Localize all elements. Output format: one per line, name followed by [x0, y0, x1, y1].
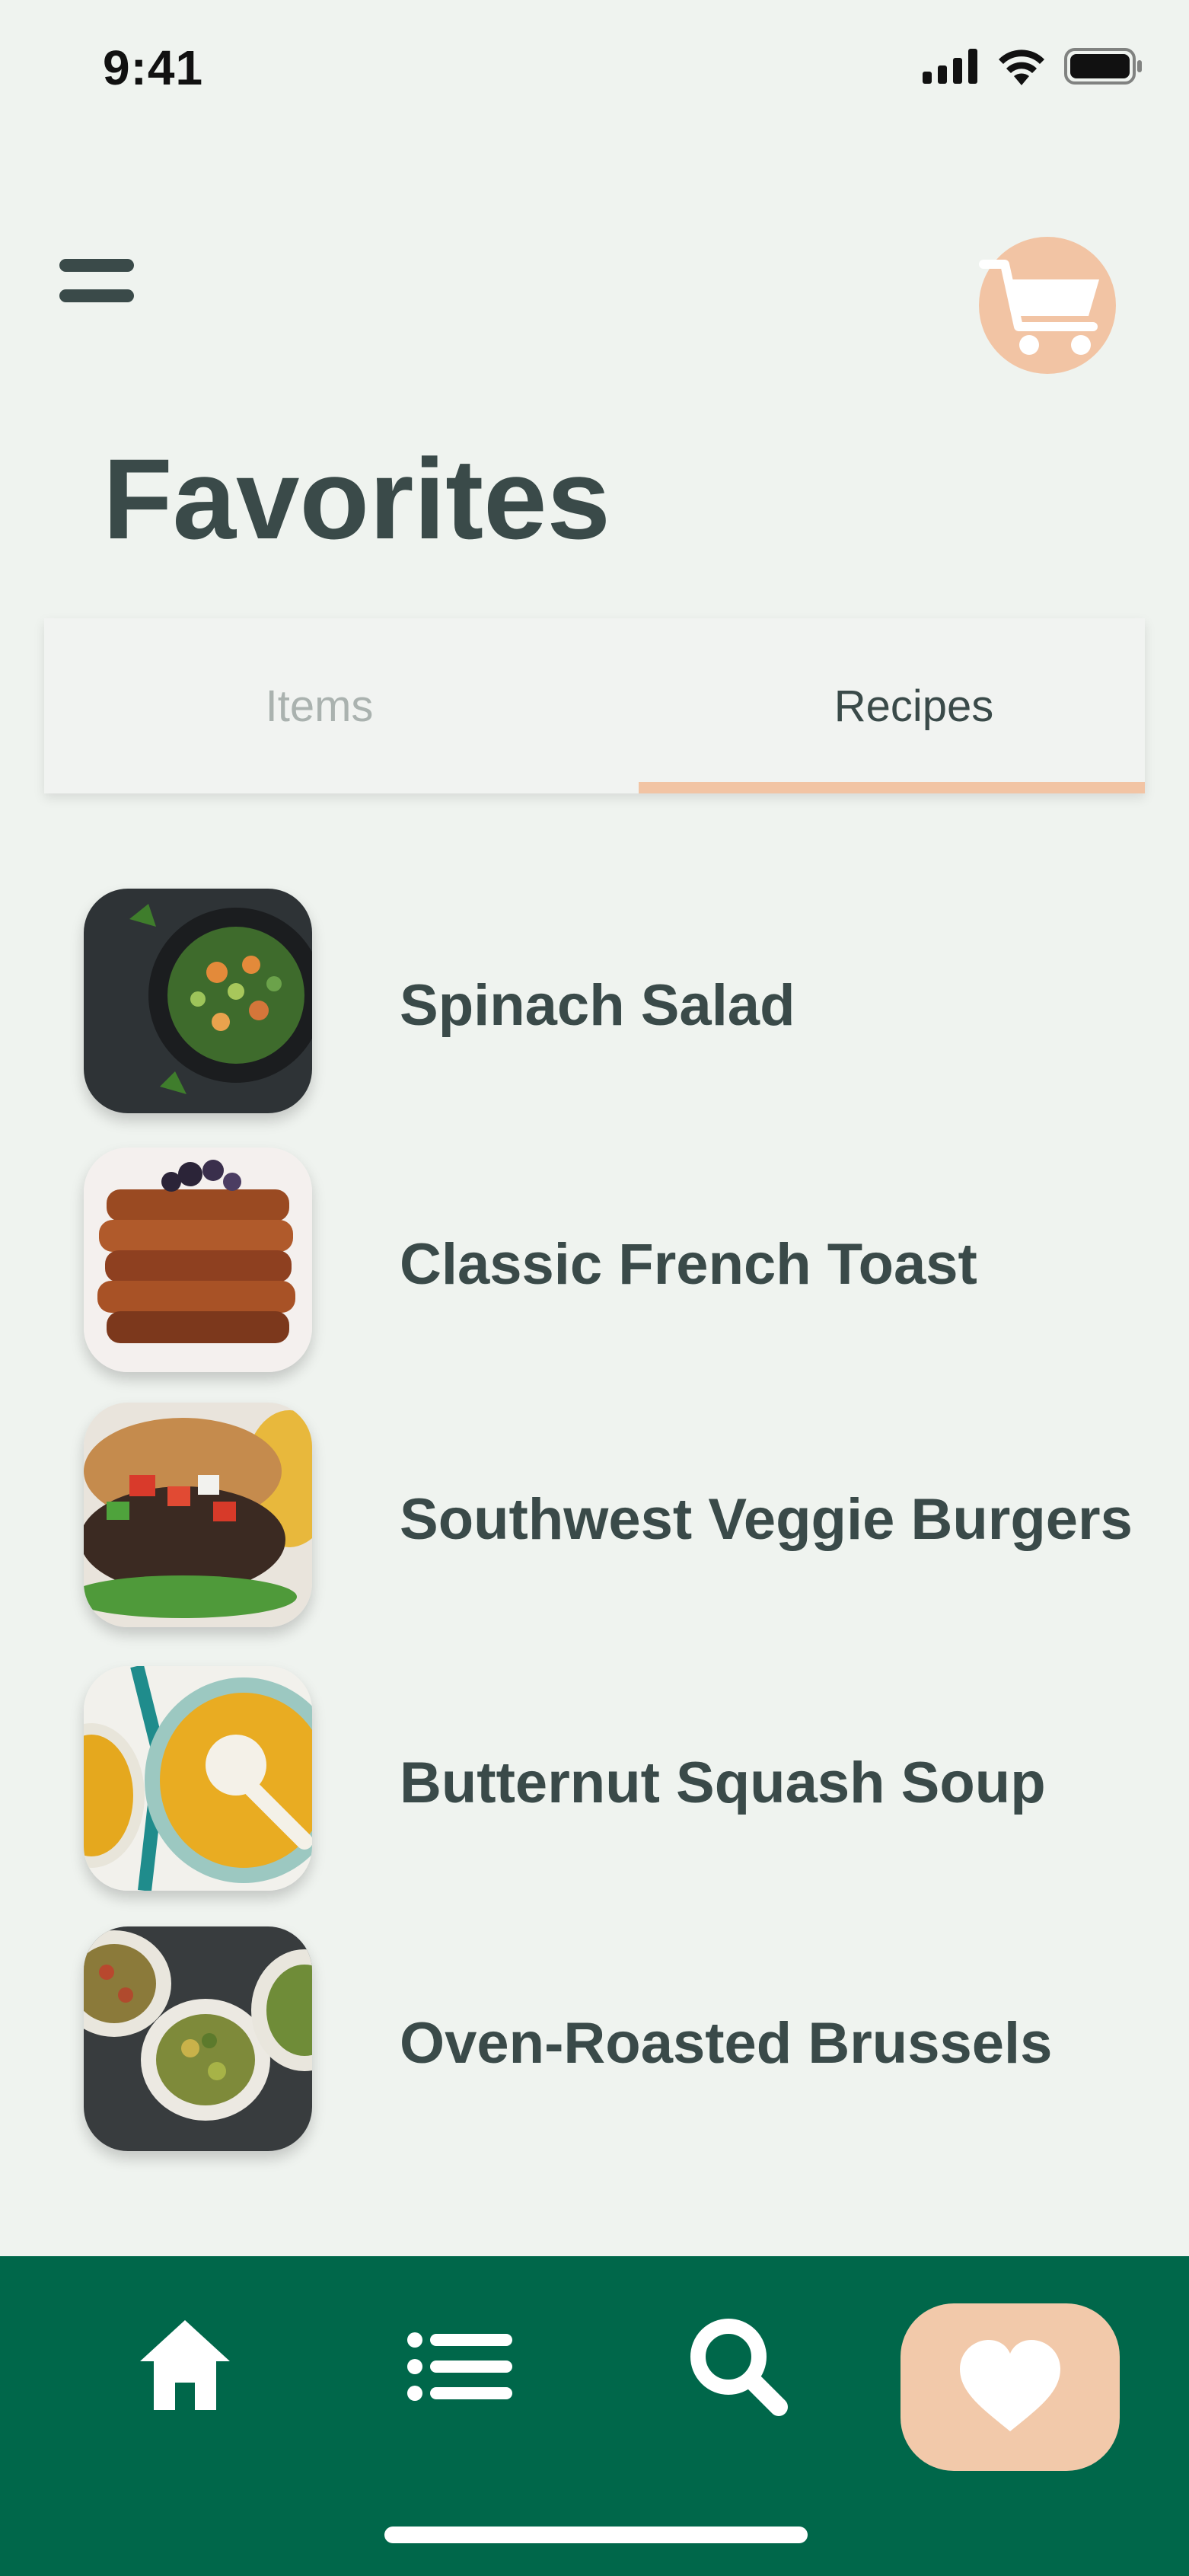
- battery-icon: [1064, 48, 1142, 85]
- recipe-thumbnail: [84, 1148, 312, 1372]
- list-item[interactable]: Oven-Roasted Brussels: [84, 1926, 1149, 2155]
- menu-icon-bar: [59, 289, 134, 302]
- wifi-icon: [999, 49, 1044, 85]
- list-item[interactable]: Butternut Squash Soup: [84, 1666, 1149, 1894]
- nav-search-button[interactable]: [689, 2317, 788, 2420]
- recipe-name: Oven-Roasted Brussels: [400, 2011, 1053, 2076]
- active-tab-indicator: [639, 782, 1145, 793]
- heart-icon: [960, 2340, 1060, 2431]
- status-icons: [923, 47, 1143, 85]
- search-icon: [690, 2319, 788, 2416]
- recipe-thumbnail: [84, 1926, 312, 2151]
- recipe-thumbnail: [84, 1666, 312, 1891]
- list-icon: [407, 2332, 512, 2401]
- status-time: 9:41: [103, 40, 204, 95]
- cart-icon: [979, 260, 1099, 355]
- recipe-thumbnail: [84, 1403, 312, 1627]
- home-indicator: [384, 2527, 808, 2543]
- tab-bar: Items Recipes: [44, 618, 1145, 793]
- recipe-name: Classic French Toast: [400, 1232, 977, 1297]
- recipe-name: Butternut Squash Soup: [400, 1751, 1046, 1815]
- tab-items[interactable]: Items: [44, 618, 594, 793]
- cart-button[interactable]: [979, 237, 1116, 374]
- home-icon: [140, 2320, 230, 2410]
- signal-icon: [923, 49, 977, 84]
- list-item[interactable]: Spinach Salad: [84, 889, 1149, 1117]
- nav-favorites-button[interactable]: [901, 2303, 1120, 2471]
- recipe-thumbnail: [84, 889, 312, 1113]
- nav-home-button[interactable]: [137, 2316, 233, 2418]
- nav-list-button[interactable]: [407, 2332, 514, 2405]
- recipe-name: Spinach Salad: [400, 973, 795, 1038]
- menu-icon: [59, 259, 134, 272]
- list-item[interactable]: Classic French Toast: [84, 1148, 1149, 1376]
- list-item[interactable]: Southwest Veggie Burgers: [84, 1403, 1149, 1631]
- recipe-name: Southwest Veggie Burgers: [400, 1487, 1133, 1552]
- tab-recipes[interactable]: Recipes: [639, 618, 1189, 793]
- menu-button[interactable]: [59, 251, 134, 305]
- page-title: Favorites: [103, 435, 610, 563]
